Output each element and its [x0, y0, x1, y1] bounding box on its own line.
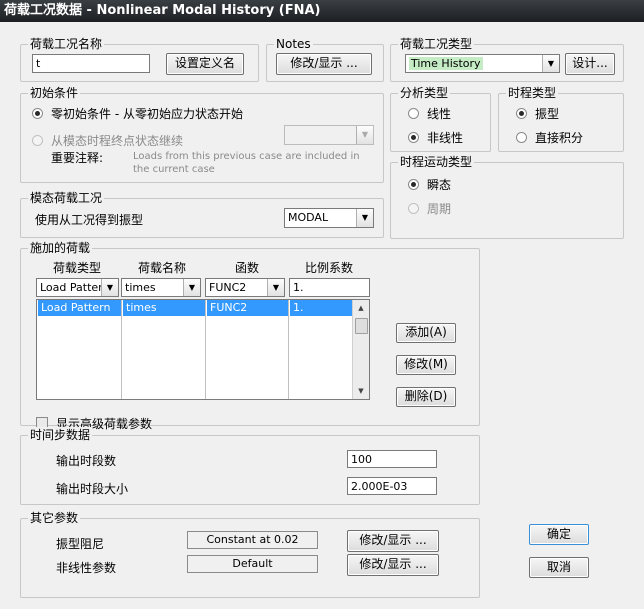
loads-list[interactable]: Load Pattern times FUNC2 1. ▲ ▼	[36, 299, 370, 400]
scale-factor-input[interactable]: 1.	[289, 278, 370, 297]
function-value: FUNC2	[209, 281, 247, 294]
zero-initial-radio[interactable]	[32, 108, 43, 119]
delete-load-button[interactable]: 删除(D)	[396, 387, 456, 407]
window-title: 荷载工况数据 - Nonlinear Modal History (FNA)	[4, 3, 321, 18]
motion-type-group: 时程运动类型 瞬态 周期	[390, 154, 624, 239]
continue-from-select[interactable]: ▼	[284, 125, 374, 145]
ok-button[interactable]: 确定	[529, 524, 589, 545]
design-button[interactable]: 设计...	[565, 53, 615, 75]
cancel-button[interactable]: 取消	[529, 557, 589, 578]
modal-case-label: 使用从工况得到振型	[35, 213, 144, 227]
define-name-button[interactable]: 设置定义名	[166, 53, 244, 75]
case-name-group: 荷载工况名称 t 设置定义名	[20, 36, 259, 82]
case-name-legend: 荷载工况名称	[28, 36, 105, 52]
continue-from-radio[interactable]	[32, 135, 43, 146]
modal-damping-label: 振型阻尼	[56, 537, 105, 551]
analysis-type-legend: 分析类型	[398, 85, 451, 101]
time-step-group: 时间步数据 输出时段数 100 输出时段大小 2.000E-03	[20, 427, 480, 505]
case-type-value: Time History	[409, 57, 483, 70]
scroll-thumb[interactable]	[355, 318, 368, 334]
chevron-down-icon: ▼	[183, 279, 200, 296]
scroll-down-icon[interactable]: ▼	[353, 383, 369, 399]
linear-label: 线性	[427, 107, 452, 121]
notes-legend: Notes	[274, 36, 313, 52]
case-type-legend: 荷载工况类型	[398, 36, 475, 52]
header-function: 函数	[234, 261, 259, 275]
transient-label: 瞬态	[427, 178, 452, 192]
table-row-cell-load-type[interactable]: Load Pattern	[38, 300, 121, 316]
damping-modify-button[interactable]: 修改/显示 ...	[347, 530, 439, 552]
modal-history-radio[interactable]	[516, 108, 527, 119]
nonlinear-modify-button[interactable]: 修改/显示 ...	[347, 554, 439, 576]
function-select[interactable]: FUNC2 ▼	[205, 278, 285, 297]
nonlinear-radio[interactable]	[408, 132, 419, 143]
periodic-label: 周期	[427, 202, 452, 216]
notes-group: Notes 修改/显示 ...	[266, 36, 384, 82]
header-scale-factor: 比例系数	[304, 261, 353, 275]
chevron-down-icon: ▼	[267, 279, 284, 296]
history-type-legend: 时程类型	[506, 85, 559, 101]
history-type-group: 时程类型 振型 直接积分	[498, 85, 624, 152]
chevron-down-icon: ▼	[356, 126, 373, 144]
output-steps-input[interactable]: 100	[347, 450, 437, 468]
modal-history-label: 振型	[535, 107, 560, 121]
load-type-value: Load Pattern	[40, 281, 110, 294]
load-name-value: times	[125, 281, 156, 294]
note-label: 重要注释:	[51, 151, 104, 165]
load-name-select[interactable]: times ▼	[121, 278, 201, 297]
nonlinear-params-value: Default	[187, 555, 318, 573]
window-titlebar: 荷载工况数据 - Nonlinear Modal History (FNA)	[0, 0, 644, 22]
table-row-cell-function[interactable]: FUNC2	[207, 300, 288, 316]
output-step-size-label: 输出时段大小	[56, 482, 129, 496]
case-type-select[interactable]: Time History ▼	[405, 54, 560, 73]
other-params-legend: 其它参数	[28, 510, 81, 526]
motion-type-legend: 时程运动类型	[398, 154, 475, 170]
load-type-select[interactable]: Load Pattern ▼	[36, 278, 119, 297]
modify-load-button[interactable]: 修改(M)	[396, 355, 456, 375]
other-params-group: 其它参数 振型阻尼 Constant at 0.02 修改/显示 ... 非线性…	[20, 510, 480, 598]
dialog-body: 荷载工况名称 t 设置定义名 Notes 修改/显示 ... 荷载工况类型 Ti…	[0, 22, 644, 609]
header-load-name: 荷载名称	[137, 261, 186, 275]
loads-list-scrollbar[interactable]: ▲ ▼	[352, 300, 369, 399]
notes-modify-button[interactable]: 修改/显示 ...	[276, 53, 372, 75]
modal-case-legend: 模态荷载工况	[28, 190, 105, 206]
loads-applied-legend: 施加的荷载	[28, 240, 93, 256]
chevron-down-icon: ▼	[101, 279, 118, 296]
initial-conditions-legend: 初始条件	[28, 85, 81, 101]
case-type-group: 荷载工况类型 Time History ▼ 设计...	[390, 36, 624, 82]
periodic-radio[interactable]	[408, 203, 419, 214]
nonlinear-params-label: 非线性参数	[56, 561, 117, 575]
scroll-up-icon[interactable]: ▲	[353, 300, 369, 316]
direct-integration-label: 直接积分	[535, 131, 584, 145]
modal-case-group: 模态荷载工况 使用从工况得到振型 MODAL ▼	[20, 190, 384, 238]
nonlinear-label: 非线性	[427, 131, 464, 145]
loads-applied-group: 施加的荷载 荷载类型 荷载名称 函数 比例系数 Load Pattern ▼ t…	[20, 240, 480, 431]
initial-conditions-group: 初始条件 零初始条件 - 从零初始应力状态开始 从模态时程终点状态继续 ▼ 重要…	[20, 85, 384, 183]
chevron-down-icon: ▼	[542, 55, 559, 72]
table-row-cell-load-name[interactable]: times	[123, 300, 205, 316]
analysis-type-group: 分析类型 线性 非线性	[390, 85, 491, 152]
chevron-down-icon: ▼	[356, 209, 373, 227]
continue-from-label: 从模态时程终点状态继续	[51, 134, 184, 148]
note-text: Loads from this previous case are includ…	[133, 151, 360, 175]
modal-damping-value: Constant at 0.02	[187, 531, 318, 549]
output-steps-label: 输出时段数	[56, 454, 117, 468]
header-load-type: 荷载类型	[52, 261, 101, 275]
modal-case-select[interactable]: MODAL ▼	[284, 208, 374, 228]
case-name-input[interactable]: t	[32, 54, 150, 73]
direct-integration-radio[interactable]	[516, 132, 527, 143]
add-load-button[interactable]: 添加(A)	[396, 323, 456, 343]
output-step-size-input[interactable]: 2.000E-03	[347, 477, 437, 495]
zero-initial-label: 零初始条件 - 从零初始应力状态开始	[51, 107, 243, 121]
transient-radio[interactable]	[408, 179, 419, 190]
linear-radio[interactable]	[408, 108, 419, 119]
table-row-cell-scale-factor[interactable]: 1.	[290, 300, 352, 316]
modal-case-value: MODAL	[288, 211, 329, 224]
time-step-legend: 时间步数据	[28, 427, 93, 443]
